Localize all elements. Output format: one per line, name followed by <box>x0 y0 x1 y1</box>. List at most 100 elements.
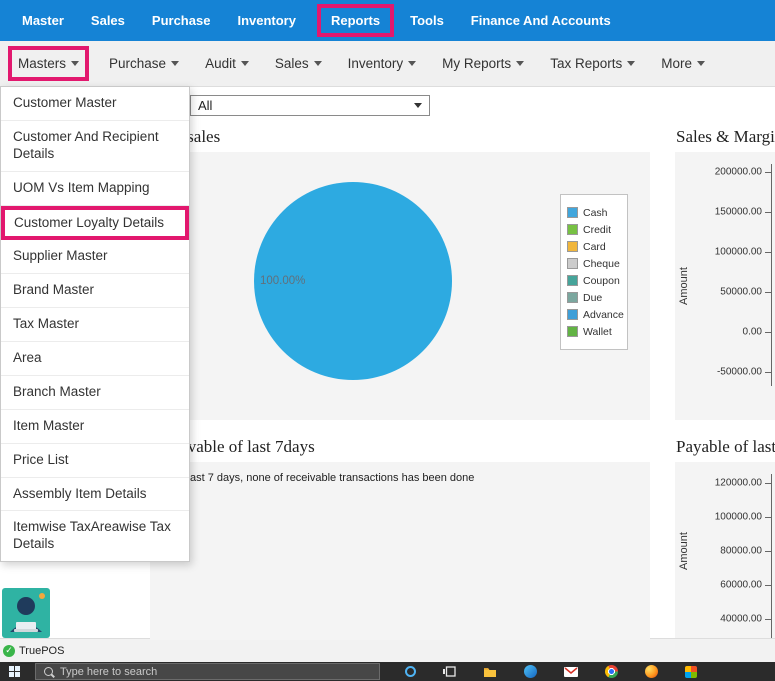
y-tick-mark <box>765 332 771 333</box>
legend-item: Coupon <box>567 274 621 287</box>
filter-selected-value: All <box>198 98 212 113</box>
menu-item-uom-vs-item-mapping[interactable]: UOM Vs Item Mapping <box>1 172 189 206</box>
todays-sales-chart-panel: 100.00% Cash Credit Card Cheque Coupon <box>150 152 650 420</box>
y-axis-line <box>771 474 772 640</box>
apps-grid-icon[interactable] <box>685 666 697 678</box>
cortana-icon[interactable] <box>405 666 416 677</box>
receivable-empty-message: In the last 7 days, none of receivable t… <box>157 472 474 484</box>
report-filter-select[interactable]: All <box>190 95 430 116</box>
truepos-app-window: Master Sales Purchase Inventory Reports … <box>0 0 775 681</box>
taskbar-icons <box>405 665 697 678</box>
annotation-box-reports: Reports <box>317 4 394 37</box>
task-view-icon[interactable] <box>443 666 456 677</box>
legend-swatch-cash <box>567 207 578 218</box>
y-tick-label: -50000.00 <box>717 367 762 378</box>
y-tick-mark <box>765 619 771 620</box>
menu-item-supplier-master[interactable]: Supplier Master <box>1 240 189 274</box>
site-status-bar: ✓ TruePOS <box>0 638 775 662</box>
file-explorer-icon[interactable] <box>483 666 497 678</box>
payable-chart-panel: Amount 120000.00 100000.00 80000.00 6000… <box>675 462 775 640</box>
menu-item-customer-recipient-details[interactable]: Customer And Recipient Details <box>1 121 189 172</box>
chevron-down-icon <box>71 61 79 66</box>
submenu-sales-label: Sales <box>275 56 309 71</box>
menu-master[interactable]: Master <box>22 13 64 28</box>
legend-swatch-cheque <box>567 258 578 269</box>
legend-label: Cash <box>583 207 608 219</box>
edge-icon[interactable] <box>524 665 537 678</box>
y-axis-label: Amount <box>677 152 691 420</box>
y-tick-label: 200000.00 <box>715 167 762 178</box>
firefox-icon[interactable] <box>645 665 658 678</box>
submenu-tax-reports-label: Tax Reports <box>550 56 622 71</box>
sales-margin-chart-panel: Amount 200000.00 150000.00 100000.00 500… <box>675 152 775 420</box>
menu-tools[interactable]: Tools <box>410 13 444 28</box>
taskbar-search-input[interactable]: Type here to search <box>35 663 380 680</box>
menu-item-tax-master[interactable]: Tax Master <box>1 308 189 342</box>
select-arrow-icon <box>414 103 422 108</box>
menu-item-item-master[interactable]: Item Master <box>1 410 189 444</box>
submenu-my-reports-label: My Reports <box>442 56 511 71</box>
chevron-down-icon <box>241 61 249 66</box>
submenu-audit-label: Audit <box>205 56 236 71</box>
pie-legend: Cash Credit Card Cheque Coupon Due <box>560 194 628 350</box>
masters-dropdown-menu: Customer Master Customer And Recipient D… <box>0 86 190 562</box>
legend-item: Credit <box>567 223 621 236</box>
mail-icon[interactable] <box>564 667 578 677</box>
menu-inventory[interactable]: Inventory <box>237 13 296 28</box>
legend-item: Cash <box>567 206 621 219</box>
submenu-more[interactable]: More <box>661 56 705 71</box>
menu-item-branch-master[interactable]: Branch Master <box>1 376 189 410</box>
legend-label: Card <box>583 241 606 253</box>
menu-finance-and-accounts[interactable]: Finance And Accounts <box>471 13 611 28</box>
reports-submenubar: Masters Purchase Audit Sales Inventory M… <box>0 41 775 87</box>
menu-item-brand-master[interactable]: Brand Master <box>1 274 189 308</box>
chevron-down-icon <box>314 61 322 66</box>
windows-start-icon[interactable] <box>9 666 21 678</box>
y-tick-label: 80000.00 <box>720 546 762 557</box>
chrome-icon[interactable] <box>605 665 618 678</box>
legend-swatch-advance <box>567 309 578 320</box>
menu-item-assembly-item-details[interactable]: Assembly Item Details <box>1 478 189 512</box>
legend-swatch-credit <box>567 224 578 235</box>
y-tick-mark <box>765 292 771 293</box>
legend-swatch-due <box>567 292 578 303</box>
y-tick-mark <box>765 172 771 173</box>
menu-item-customer-master[interactable]: Customer Master <box>1 87 189 121</box>
submenu-masters-label: Masters <box>18 56 66 71</box>
y-tick-mark <box>765 585 771 586</box>
pie-percentage-label: 100.00% <box>260 275 305 287</box>
verified-check-icon: ✓ <box>3 645 15 657</box>
legend-label: Cheque <box>583 258 620 270</box>
y-tick-label: 0.00 <box>743 327 762 338</box>
y-tick-mark <box>765 252 771 253</box>
y-tick-mark <box>765 483 771 484</box>
submenu-tax-reports[interactable]: Tax Reports <box>550 56 635 71</box>
submenu-inventory[interactable]: Inventory <box>348 56 417 71</box>
chevron-down-icon <box>697 61 705 66</box>
menu-item-itemwise-taxareawise-tax-details[interactable]: Itemwise TaxAreawise Tax Details <box>1 511 189 561</box>
legend-item: Card <box>567 240 621 253</box>
legend-item: Cheque <box>567 257 621 270</box>
y-tick-mark <box>765 372 771 373</box>
submenu-audit[interactable]: Audit <box>205 56 249 71</box>
legend-swatch-wallet <box>567 326 578 337</box>
menu-item-price-list[interactable]: Price List <box>1 444 189 478</box>
submenu-my-reports[interactable]: My Reports <box>442 56 524 71</box>
y-tick-label: 40000.00 <box>720 614 762 625</box>
menu-item-customer-loyalty-details[interactable]: Customer Loyalty Details <box>1 206 189 241</box>
menu-sales[interactable]: Sales <box>91 13 125 28</box>
menu-reports[interactable]: Reports <box>331 13 380 28</box>
submenu-more-label: More <box>661 56 692 71</box>
y-axis-label: Amount <box>677 462 691 640</box>
chevron-down-icon <box>171 61 179 66</box>
y-tick-label: 150000.00 <box>715 207 762 218</box>
submenu-purchase[interactable]: Purchase <box>109 56 179 71</box>
windows-taskbar: Type here to search <box>0 662 775 681</box>
receivable-chart-panel: In the last 7 days, none of receivable t… <box>150 462 650 640</box>
menu-purchase[interactable]: Purchase <box>152 13 211 28</box>
y-tick-mark <box>765 551 771 552</box>
submenu-inventory-label: Inventory <box>348 56 404 71</box>
menu-item-area[interactable]: Area <box>1 342 189 376</box>
submenu-masters[interactable]: Masters <box>18 56 79 71</box>
submenu-sales[interactable]: Sales <box>275 56 322 71</box>
